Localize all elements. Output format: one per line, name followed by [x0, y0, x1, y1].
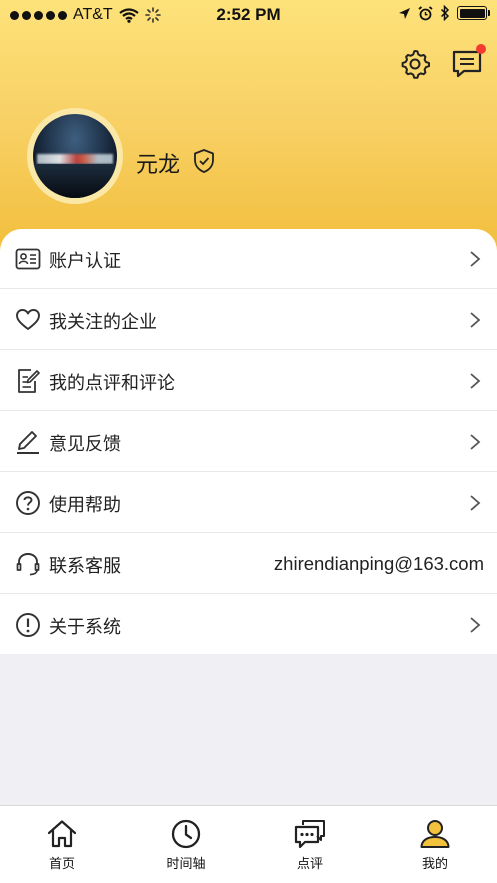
menu-item-about-system[interactable]: 关于系统 [0, 595, 497, 654]
clock-icon [171, 819, 201, 849]
menu-item-label: 关于系统 [49, 617, 121, 638]
status-right [398, 5, 490, 21]
tab-timeline[interactable]: 时间轴 [124, 806, 248, 883]
chevron-right-icon [470, 495, 481, 511]
menu-item-label: 意见反馈 [49, 434, 121, 455]
tab-label: 首页 [48, 857, 75, 872]
home-icon [47, 820, 77, 848]
tab-bar: 首页 时间轴 点评 我的 [0, 805, 497, 883]
verified-shield-icon [194, 149, 214, 173]
tab-label: 我的 [421, 857, 448, 872]
menu-item-label: 联系客服 [49, 556, 121, 577]
location-arrow-icon [399, 7, 410, 19]
question-circle-icon [16, 491, 40, 515]
exclamation-circle-icon [16, 613, 40, 637]
edit-note-icon [18, 369, 40, 393]
avatar-photo [33, 114, 117, 198]
user-icon [420, 820, 450, 848]
menu-item-label: 我关注的企业 [49, 312, 157, 333]
alarm-icon [418, 5, 433, 20]
menu-item-label: 使用帮助 [49, 495, 121, 516]
menu-item-label: 账户认证 [49, 251, 121, 272]
chevron-right-icon [470, 617, 481, 633]
messages-button[interactable] [451, 44, 486, 80]
id-card-icon [15, 248, 41, 270]
menu-item-help[interactable]: 使用帮助 [0, 473, 497, 533]
tab-mine[interactable]: 我的 [373, 806, 497, 883]
tab-label: 时间轴 [166, 857, 206, 872]
customer-service-email[interactable]: zhirendianping@163.com [274, 553, 484, 575]
settings-gear-icon[interactable] [399, 48, 431, 80]
battery-icon [457, 6, 490, 20]
avatar[interactable] [27, 108, 123, 204]
tab-label: 点评 [296, 857, 323, 872]
username: 元龙 [136, 153, 181, 178]
menu-item-feedback[interactable]: 意见反馈 [0, 412, 497, 472]
chevron-right-icon [470, 312, 481, 328]
menu-item-followed-companies[interactable]: 我关注的企业 [0, 290, 497, 350]
message-badge [476, 44, 486, 54]
status-bar: AT&T 2:52 PM [0, 0, 497, 30]
menu-card: 账户认证 我关注的企业 我的点评和评论 意见反馈 使用帮助 联系客服 zhire… [0, 229, 497, 654]
chevron-right-icon [470, 251, 481, 267]
heart-icon [16, 309, 40, 330]
bluetooth-icon [440, 5, 450, 21]
headset-icon [16, 553, 40, 576]
tab-reviews[interactable]: 点评 [248, 806, 372, 883]
menu-item-account-verification[interactable]: 账户认证 [0, 229, 497, 289]
tab-home[interactable]: 首页 [0, 806, 124, 883]
chat-bubbles-icon [294, 820, 325, 849]
pen-icon [17, 431, 39, 454]
chevron-right-icon [470, 434, 481, 450]
menu-item-customer-service[interactable]: 联系客服 zhirendianping@163.com [0, 534, 497, 594]
menu-item-my-reviews[interactable]: 我的点评和评论 [0, 351, 497, 411]
chevron-right-icon [470, 373, 481, 389]
menu-item-label: 我的点评和评论 [49, 373, 175, 394]
